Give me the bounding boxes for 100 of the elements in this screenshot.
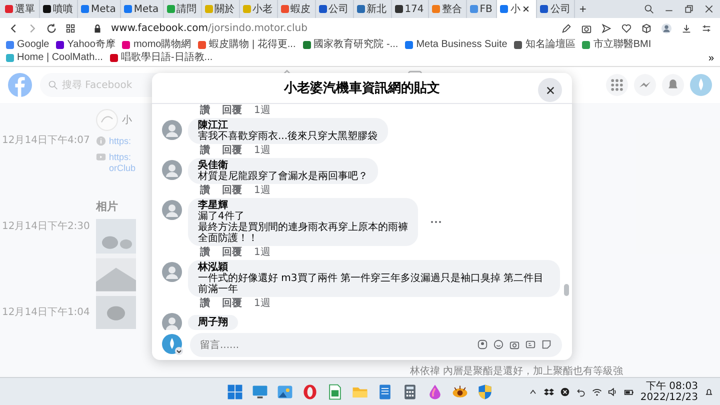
browser-tab[interactable]: 選單 <box>2 0 40 18</box>
avatar-sticker-icon[interactable] <box>477 339 488 350</box>
comment-action[interactable]: 回覆 <box>222 298 242 309</box>
comment-action[interactable]: 讚 <box>200 145 210 156</box>
bookmark[interactable]: 唱歌學日語-日語教... <box>110 52 213 64</box>
messenger-icon[interactable] <box>634 74 656 96</box>
browser-tab[interactable]: 關於 <box>202 0 240 18</box>
comment-text: 漏了4件了 <box>198 211 246 222</box>
bookmark[interactable]: 市立聯醫BMI <box>582 39 652 51</box>
photos-icon[interactable] <box>276 382 294 400</box>
clock-time[interactable]: 下午 08:03 <box>646 380 698 392</box>
comment-action[interactable]: 讚 <box>200 185 210 196</box>
more-bookmarks-button[interactable]: » <box>708 52 714 64</box>
browser-tab[interactable]: 小老 <box>240 0 278 18</box>
scrollbar-thumb[interactable] <box>564 284 569 296</box>
wifi-icon[interactable] <box>592 386 602 396</box>
eye-icon[interactable] <box>451 382 469 400</box>
bookmark[interactable]: 國家教育研究院 -... <box>302 39 398 51</box>
dropbox-icon[interactable] <box>544 386 554 396</box>
bookmark[interactable]: Yahoo奇摩 <box>56 39 116 51</box>
bookmark[interactable]: Meta Business Suite <box>405 39 508 51</box>
browser-tab[interactable]: Meta <box>78 0 121 18</box>
comment-text: 害我不喜歡穿雨衣...後來只穿大黑塑膠袋 <box>198 131 378 142</box>
bookmark[interactable]: 蝦皮購物 | 花得更... <box>198 39 296 51</box>
close-icon[interactable] <box>704 4 714 14</box>
comment-action[interactable]: 回覆 <box>222 185 242 196</box>
profile-icon[interactable] <box>661 22 672 34</box>
bookmark[interactable]: Google <box>6 39 50 51</box>
browser-tab[interactable]: Meta <box>120 0 164 18</box>
sheet-icon[interactable] <box>326 382 344 400</box>
dialog-title: 小老婆汽機車資訊網的貼文 <box>284 80 440 97</box>
emoji-icon[interactable] <box>493 339 504 350</box>
avatar[interactable] <box>162 313 182 330</box>
browser-tab[interactable]: 174 <box>392 0 429 18</box>
download-icon[interactable] <box>681 22 692 34</box>
comment-field[interactable]: 留言...... <box>190 333 562 357</box>
avatar[interactable] <box>162 160 182 180</box>
comment-action[interactable]: 回覆 <box>222 145 242 156</box>
avatar[interactable] <box>162 262 182 282</box>
browser-tab[interactable]: 公司 <box>537 0 576 18</box>
comment-action[interactable]: 回覆 <box>222 105 242 116</box>
clock-date[interactable]: 2022/12/23 <box>640 392 698 402</box>
browser-tab[interactable]: 請問 <box>164 0 202 18</box>
send-icon[interactable] <box>601 22 612 34</box>
monitor-icon[interactable] <box>251 382 269 400</box>
browser-tab[interactable]: 整合 <box>428 0 467 18</box>
section-heading: 相片 <box>96 199 118 214</box>
cube-icon[interactable] <box>641 22 652 34</box>
comment-action: 1週 <box>254 185 270 196</box>
bell-icon[interactable] <box>704 386 714 396</box>
close-button[interactable] <box>538 78 562 102</box>
info-icon <box>96 136 106 146</box>
start-icon[interactable] <box>226 382 244 400</box>
opera-icon[interactable] <box>301 382 319 400</box>
comment-action[interactable]: 回覆 <box>222 247 242 258</box>
comment-author[interactable]: 林泓穎 <box>198 262 550 273</box>
comment-author[interactable]: 李星輝 <box>198 200 408 211</box>
comment-action[interactable]: 讚 <box>200 105 210 116</box>
bookmark[interactable]: momo購物網 <box>122 39 192 51</box>
comment-action[interactable]: 讚 <box>200 247 210 258</box>
comment-author[interactable]: 周子翔 <box>198 316 228 328</box>
comment-author[interactable]: 吳佳衛 <box>198 160 368 171</box>
bookmark[interactable]: Home | CoolMath... <box>6 52 103 64</box>
heart-icon[interactable] <box>621 22 632 34</box>
camera-icon[interactable] <box>509 339 520 350</box>
sticker-icon[interactable] <box>541 339 552 350</box>
avatar[interactable] <box>162 200 182 220</box>
new-tab-button[interactable]: + <box>575 3 590 15</box>
menu-icon[interactable] <box>606 74 628 96</box>
search-icon <box>48 80 58 90</box>
edit-icon[interactable] <box>561 22 572 34</box>
grid-icon[interactable] <box>65 22 76 34</box>
comment-action[interactable]: 讚 <box>200 298 210 309</box>
back-icon[interactable] <box>8 22 19 34</box>
close-icon <box>546 86 554 94</box>
browser-tab[interactable]: 蝦皮 <box>278 0 316 18</box>
reload-icon[interactable] <box>46 22 57 34</box>
more-icon[interactable] <box>430 220 442 224</box>
comment-text: 全面防護！！ <box>198 233 259 244</box>
address-field[interactable]: www.facebook.com/jorsindo.motor.club <box>111 22 308 34</box>
gif-icon[interactable] <box>525 339 536 350</box>
bookmark[interactable]: 知名論壇區 <box>514 39 576 51</box>
browser-tab[interactable]: 噴噴 <box>40 0 78 18</box>
avatar[interactable] <box>162 120 182 140</box>
browser-tab[interactable]: 新北 <box>354 0 392 18</box>
browser-tab[interactable]: 小 <box>497 0 538 18</box>
comment-action: 1週 <box>254 145 270 156</box>
shield-icon[interactable] <box>476 382 494 400</box>
cancel-icon[interactable] <box>560 386 570 396</box>
browser-tab[interactable]: 公司 <box>316 0 354 18</box>
speaker-icon[interactable] <box>608 386 618 396</box>
restore-icon[interactable] <box>684 4 694 14</box>
avatar-icon[interactable] <box>162 334 184 356</box>
settings-icon[interactable] <box>701 22 712 34</box>
close-icon[interactable] <box>522 5 530 13</box>
undo-icon[interactable] <box>576 386 586 396</box>
page-name: 小 <box>122 114 132 127</box>
search-icon[interactable] <box>644 4 654 14</box>
comment-author[interactable]: 陳江江 <box>198 120 378 131</box>
post-timestamp: 12月14日下午2:30 <box>2 220 91 233</box>
